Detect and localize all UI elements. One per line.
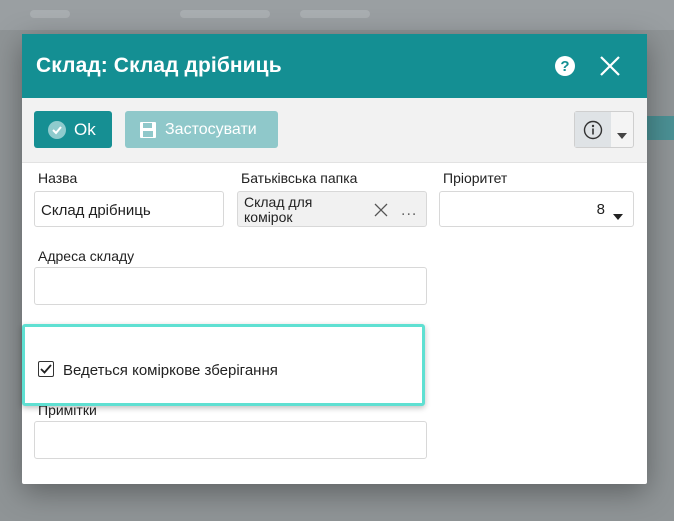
clear-icon[interactable] — [374, 203, 388, 222]
background-blur — [180, 10, 270, 18]
warehouse-dialog: Склад: Склад дрібниць ? Ok Застосувати Н… — [22, 34, 647, 484]
priority-value: 8 — [596, 201, 605, 218]
checkmark-icon — [40, 364, 52, 374]
apply-button-label: Застосувати — [165, 120, 257, 138]
priority-label: Пріоритет — [443, 170, 508, 186]
address-field[interactable] — [34, 267, 427, 305]
more-options-button[interactable]: ... — [401, 202, 417, 220]
parent-folder-value: Склад для комірок — [244, 194, 313, 225]
name-field[interactable]: Склад дрібниць — [34, 191, 224, 227]
name-value: Склад дрібниць — [41, 202, 151, 219]
cell-storage-checkbox[interactable] — [38, 361, 54, 377]
parent-folder-label: Батьківська папка — [241, 170, 358, 186]
chevron-down-icon — [613, 207, 623, 225]
background-blur — [300, 10, 370, 18]
dialog-toolbar: Ok Застосувати — [22, 98, 647, 163]
info-icon[interactable] — [575, 112, 611, 147]
cell-storage-label[interactable]: Ведеться коміркове зберігання — [63, 362, 278, 379]
cell-storage-panel: Ведеться коміркове зберігання — [22, 324, 425, 406]
notes-field[interactable] — [34, 421, 427, 459]
background-accent — [646, 116, 674, 140]
help-icon[interactable]: ? — [555, 56, 575, 76]
info-menu-button[interactable] — [574, 111, 634, 148]
check-circle-icon — [48, 120, 66, 139]
apply-button[interactable]: Застосувати — [125, 111, 278, 148]
name-label: Назва — [38, 170, 78, 186]
priority-select[interactable]: 8 — [439, 191, 634, 227]
background-blur — [30, 10, 70, 18]
close-icon[interactable] — [598, 54, 622, 78]
save-icon — [139, 121, 157, 139]
address-label: Адреса складу — [38, 248, 135, 264]
ok-button-label: Ok — [74, 119, 96, 139]
dialog-titlebar: Склад: Склад дрібниць ? — [22, 34, 647, 98]
chevron-down-icon[interactable] — [617, 126, 627, 144]
parent-folder-field[interactable]: Склад для комірок ... — [237, 191, 427, 227]
dialog-title: Склад: Склад дрібниць — [36, 54, 282, 77]
ok-button[interactable]: Ok — [34, 111, 112, 148]
